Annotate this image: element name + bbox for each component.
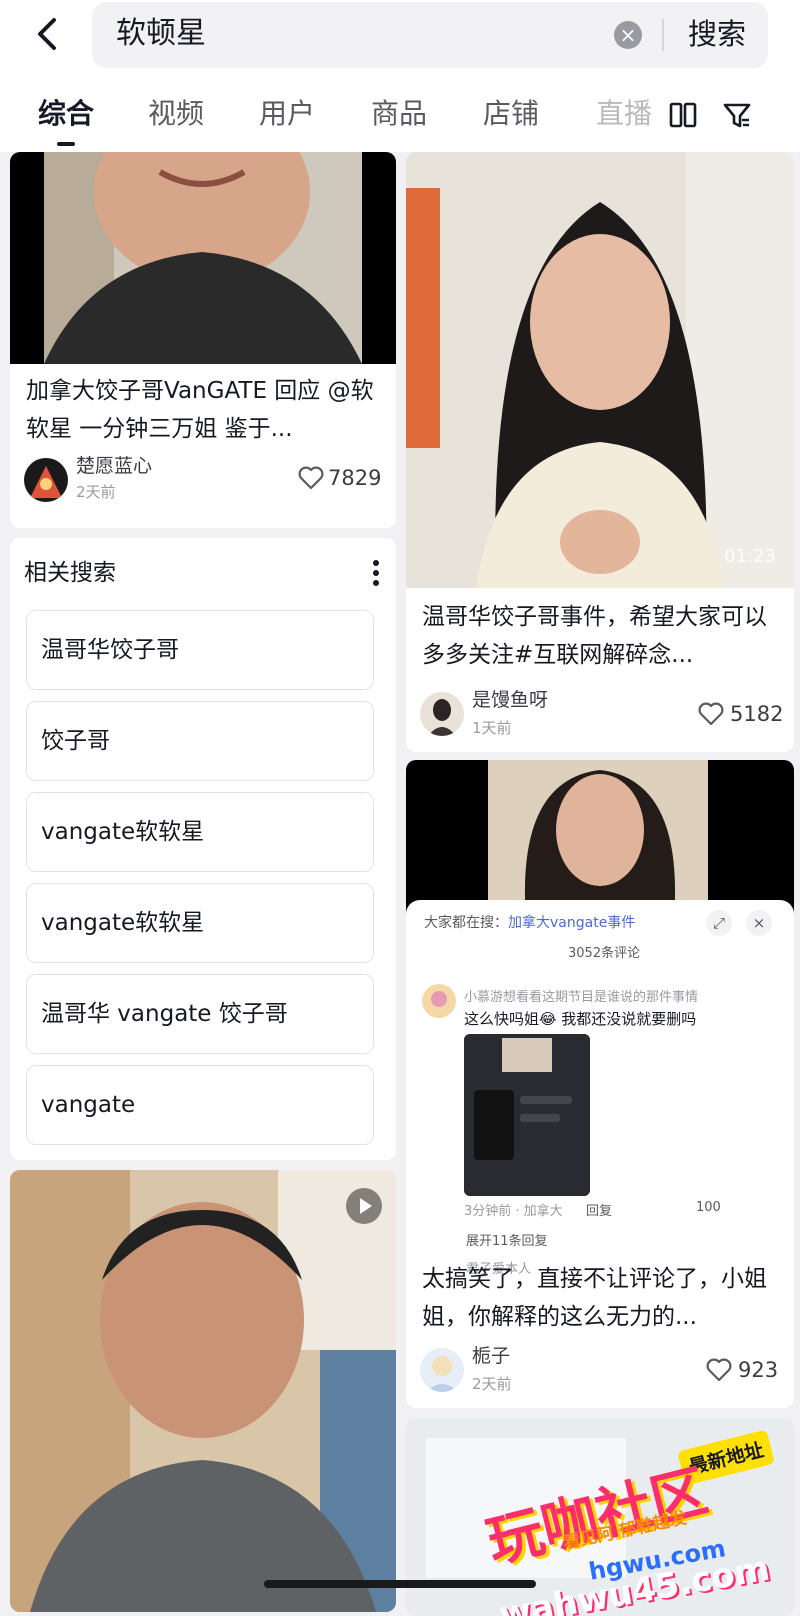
related-search-label: vangate软软星: [41, 819, 205, 845]
related-searches: 相关搜索 温哥华饺子哥 饺子哥 vangate软软星 vangate软软星 温哥…: [10, 538, 396, 1160]
video-card[interactable]: 加拿大饺子哥VanGATE 回应 @软软星 一分钟三万姐 鉴于... 楚愿蓝心 …: [10, 152, 396, 528]
related-search-label: vangate软软星: [41, 910, 205, 936]
heart-icon[interactable]: [706, 1358, 732, 1382]
tab-comprehensive[interactable]: 综合: [38, 96, 94, 132]
tab-goods[interactable]: 商品: [371, 96, 427, 132]
video-thumbnail: [406, 152, 794, 588]
close-icon[interactable]: ×: [746, 910, 772, 936]
like-count: 7829: [328, 466, 382, 490]
author-name[interactable]: 是馒鱼呀: [472, 688, 548, 712]
search-input[interactable]: 软顿星: [116, 16, 206, 52]
post-time: 2天前: [76, 483, 116, 501]
comment-panel: 大家都在搜：加拿大vangate事件 ⤢ × 3052条评论 小慕游想看看这期节…: [406, 900, 794, 1277]
related-search-item[interactable]: vangate软软星: [26, 883, 374, 963]
video-title: 温哥华饺子哥事件，希望大家可以多多关注#互联网解碎念...: [422, 604, 767, 668]
video-card[interactable]: 01:23 温哥华饺子哥事件，希望大家可以多多关注#互联网解碎念... 是馒鱼呀…: [406, 152, 794, 752]
search-hint-prefix: 大家都在搜：: [424, 915, 508, 931]
filter-icon[interactable]: [722, 100, 752, 130]
comment-like-count[interactable]: 100: [696, 1200, 721, 1215]
comment-text: 这么快吗姐😂 我都还没说就要删吗: [464, 1010, 697, 1028]
active-tab-indicator: [57, 142, 75, 146]
tab-shops[interactable]: 店铺: [483, 96, 539, 132]
home-indicator[interactable]: [264, 1580, 536, 1588]
double-column-icon[interactable]: [668, 100, 698, 130]
related-search-item[interactable]: vangate软软星: [26, 792, 374, 872]
video-card[interactable]: 大家都在搜：加拿大vangate事件 ⤢ × 3052条评论 小慕游想看看这期节…: [406, 760, 794, 1408]
video-thumbnail: [10, 152, 396, 364]
comment-panel-header: 大家都在搜：加拿大vangate事件: [424, 912, 635, 932]
heart-icon[interactable]: [698, 702, 724, 726]
related-search-item[interactable]: 温哥华 vangate 饺子哥: [26, 974, 374, 1054]
search-hint-query[interactable]: 加拿大vangate事件: [508, 915, 635, 931]
play-icon[interactable]: [346, 1188, 382, 1224]
post-time: 1天前: [472, 719, 512, 737]
post-time: 2天前: [472, 1375, 512, 1393]
related-search-label: 温哥华饺子哥: [41, 637, 179, 663]
comment-count: 3052条评论: [568, 946, 641, 961]
tab-live[interactable]: 直播: [596, 96, 652, 132]
clear-icon[interactable]: ×: [614, 21, 642, 49]
related-search-item[interactable]: 饺子哥: [26, 701, 374, 781]
related-search-label: 饺子哥: [41, 728, 110, 754]
like-count: 5182: [730, 702, 784, 726]
expand-icon[interactable]: ⤢: [706, 910, 732, 936]
author-avatar[interactable]: [420, 692, 464, 736]
back-arrow-icon[interactable]: [28, 14, 68, 54]
video-card[interactable]: [10, 1170, 396, 1612]
related-search-item[interactable]: vangate: [26, 1065, 374, 1145]
comment-time: 3分钟前 · 加拿大: [464, 1204, 563, 1219]
related-searches-title: 相关搜索: [24, 560, 116, 586]
author-name[interactable]: 楚愿蓝心: [76, 454, 152, 478]
related-search-label: vangate: [41, 1092, 136, 1118]
more-options-icon[interactable]: [372, 558, 380, 588]
video-thumbnail: [406, 760, 794, 920]
expand-replies[interactable]: 展开11条回复: [466, 1230, 548, 1249]
author-name[interactable]: 栀子: [472, 1344, 510, 1368]
video-thumbnail: [10, 1170, 396, 1612]
search-box[interactable]: 软顿星 × 搜索: [92, 2, 768, 68]
tab-video[interactable]: 视频: [148, 96, 204, 132]
search-button[interactable]: 搜索: [688, 16, 746, 52]
related-search-item[interactable]: 温哥华饺子哥: [26, 610, 374, 690]
top-bar: 软顿星 × 搜索: [0, 0, 800, 84]
video-title: 加拿大饺子哥VanGATE 回应 @软软星 一分钟三万姐 鉴于...: [26, 378, 374, 442]
commenter-avatar[interactable]: [422, 984, 456, 1018]
tab-users[interactable]: 用户: [259, 96, 315, 132]
commenter-name[interactable]: 小慕游想看看这期节目是谁说的那件事情: [464, 986, 698, 1005]
like-count: 923: [738, 1358, 779, 1382]
video-title: 太搞笑了，直接不让评论了，小姐姐，你解释的这么无力的...: [422, 1266, 767, 1330]
related-search-label: 温哥华 vangate 饺子哥: [41, 1001, 288, 1027]
heart-icon[interactable]: [298, 466, 324, 490]
author-avatar[interactable]: [420, 1348, 464, 1392]
comment-image[interactable]: [464, 1034, 590, 1196]
result-tabs: 综合 视频 用户 商品 店铺 直播: [0, 84, 800, 152]
reply-button[interactable]: 回复: [586, 1200, 612, 1219]
author-avatar[interactable]: [24, 458, 68, 502]
search-divider: [662, 19, 664, 51]
